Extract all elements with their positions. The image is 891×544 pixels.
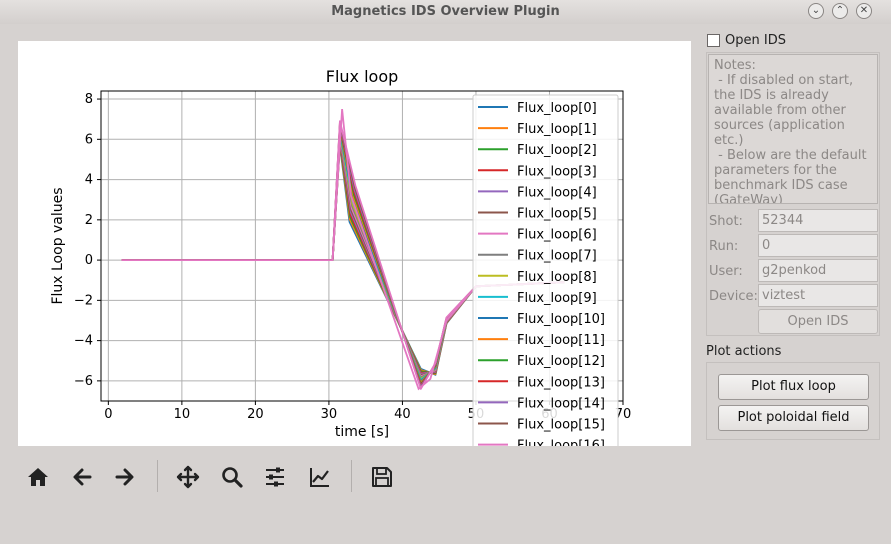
x-tick-label: 10 [174,407,191,422]
run-field[interactable]: 0 [758,234,878,257]
legend-entry: Flux_loop[5] [517,207,597,222]
legend-entry: Flux_loop[4] [517,185,597,200]
pan-icon[interactable] [173,462,203,492]
run-label: Run: [709,239,739,254]
maximize-button[interactable]: ⌃ [832,3,848,19]
flux-loop-chart: 01020304050607086420−2−4−6Flux looptime … [50,67,631,446]
x-axis-label: time [s] [335,424,389,440]
open-ids-button[interactable]: Open IDS [758,309,878,334]
back-arrow-icon[interactable] [67,462,97,492]
legend-entry: Flux_loop[3] [517,164,597,179]
x-tick-label: 40 [394,407,411,422]
close-button[interactable]: ✕ [856,3,872,19]
y-tick-label: −2 [74,293,93,308]
legend-entry: Flux_loop[1] [517,122,597,137]
y-tick-label: 2 [85,213,93,228]
open-ids-checkbox[interactable] [707,34,720,47]
x-tick-label: 30 [321,407,338,422]
legend-entry: Flux_loop[9] [517,291,597,306]
window-titlebar: Magnetics IDS Overview Plugin ⌄ ⌃ ✕ [0,0,891,24]
legend-entry: Flux_loop[10] [517,312,605,327]
notes-textbox: Notes: - If disabled on start, the IDS i… [708,54,878,204]
legend-entry: Flux_loop[6] [517,228,597,243]
legend-entry: Flux_loop[15] [517,418,605,433]
legend-entry: Flux_loop[11] [517,333,605,348]
legend-entry: Flux_loop[14] [517,396,605,411]
zoom-icon[interactable] [217,462,247,492]
y-tick-label: −4 [74,334,93,349]
plot-poloidal-field-button[interactable]: Plot poloidal field [718,405,869,431]
legend-entry: Flux_loop[0] [517,101,597,116]
shot-field[interactable]: 52344 [758,209,878,232]
plot-flux-loop-button[interactable]: Plot flux loop [718,374,869,400]
plot-actions-label: Plot actions [706,344,782,359]
legend-entry: Flux_loop[7] [517,249,597,264]
x-tick-label: 0 [104,407,112,422]
device-field[interactable]: viztest [758,284,878,307]
plot-canvas[interactable]: 01020304050607086420−2−4−6Flux looptime … [18,41,691,446]
legend-entry: Flux_loop[16] [517,439,605,446]
toolbar-separator [157,460,158,492]
y-axis-label: Flux Loop values [50,187,66,304]
chart-title: Flux loop [326,67,399,86]
y-tick-label: 0 [85,253,93,268]
open-ids-label: Open IDS [725,33,786,48]
minimize-button[interactable]: ⌄ [808,3,824,19]
legend-entry: Flux_loop[8] [517,270,597,285]
user-field[interactable]: g2penkod [758,259,878,282]
legend-entry: Flux_loop[12] [517,354,605,369]
forward-arrow-icon[interactable] [110,462,140,492]
y-tick-label: 6 [85,132,93,147]
series-line-peak [331,109,477,391]
legend-entry: Flux_loop[2] [517,143,597,158]
edit-axes-icon[interactable] [305,462,335,492]
x-tick-label: 20 [247,407,264,422]
y-tick-label: −6 [74,374,93,389]
save-icon[interactable] [367,462,397,492]
toolbar-separator-2 [351,460,352,492]
window-title: Magnetics IDS Overview Plugin [331,4,560,19]
legend-entry: Flux_loop[13] [517,375,605,390]
home-icon[interactable] [23,462,53,492]
shot-label: Shot: [709,214,743,229]
y-tick-label: 8 [85,92,93,107]
device-label: Device: [709,289,758,304]
configure-subplots-icon[interactable] [260,462,290,492]
user-label: User: [709,264,743,279]
y-tick-label: 4 [85,173,93,188]
